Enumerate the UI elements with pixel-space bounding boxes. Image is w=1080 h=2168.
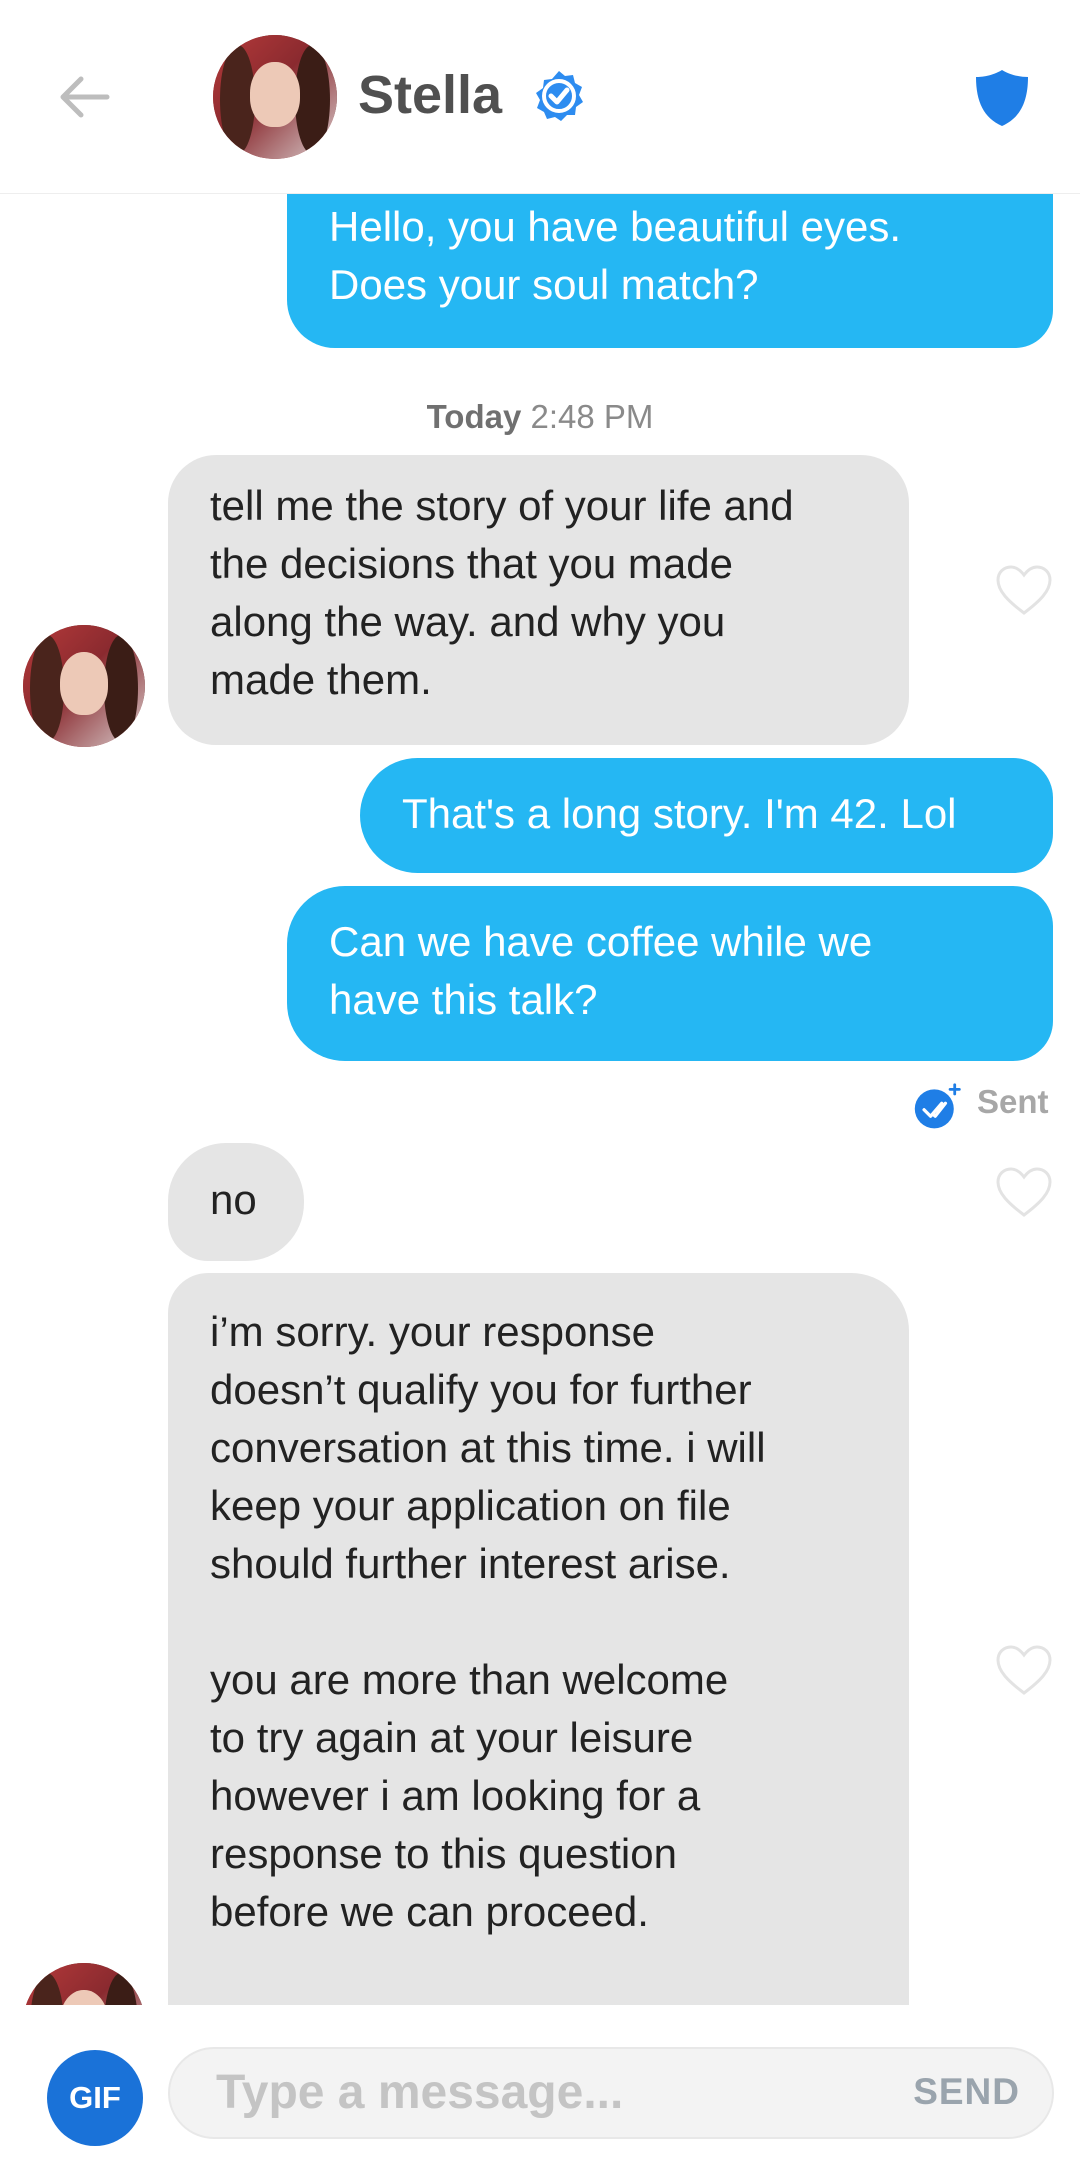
outgoing-message[interactable]: Hello, you have beautiful eyes. Does you… [287,193,1053,348]
contact-avatar-small[interactable] [23,1963,145,2005]
sent-check-icon [914,1083,961,1129]
back-arrow-icon[interactable] [55,67,115,127]
outgoing-message[interactable]: That's a long story. I'm 42. Lol [360,758,1053,873]
contact-avatar-small[interactable] [23,625,145,747]
verified-badge-icon [536,71,583,121]
contact-avatar[interactable] [213,35,337,159]
chat-header: Stella [0,0,1080,194]
gif-button[interactable]: GIF [47,2050,143,2146]
timestamp-time: 2:48 PM [530,398,654,435]
send-button[interactable]: SEND [913,2071,1020,2113]
timestamp: Today 2:48 PM [0,398,1080,436]
heart-icon[interactable] [994,1165,1054,1219]
sent-label: Sent [977,1083,1049,1120]
incoming-message[interactable]: tell me the story of your life and the d… [168,455,909,745]
shield-icon[interactable] [972,67,1032,129]
timestamp-day: Today [426,398,522,435]
incoming-message[interactable]: no [168,1143,304,1261]
heart-icon[interactable] [994,563,1054,617]
delivery-status: Sent [912,1081,1052,1131]
message-input[interactable]: Type a message... SEND [168,2047,1054,2139]
heart-icon[interactable] [994,1643,1054,1697]
message-placeholder[interactable]: Type a message... [216,2063,623,2123]
message-composer: GIF Type a message... SEND [0,2005,1080,2168]
message-list: Hello, you have beautiful eyes. Does you… [0,193,1080,2005]
outgoing-message[interactable]: Can we have coffee while we have this ta… [287,886,1053,1061]
contact-name[interactable]: Stella [358,60,502,130]
incoming-message[interactable]: i’m sorry. your response doesn’t qualify… [168,1273,909,2005]
